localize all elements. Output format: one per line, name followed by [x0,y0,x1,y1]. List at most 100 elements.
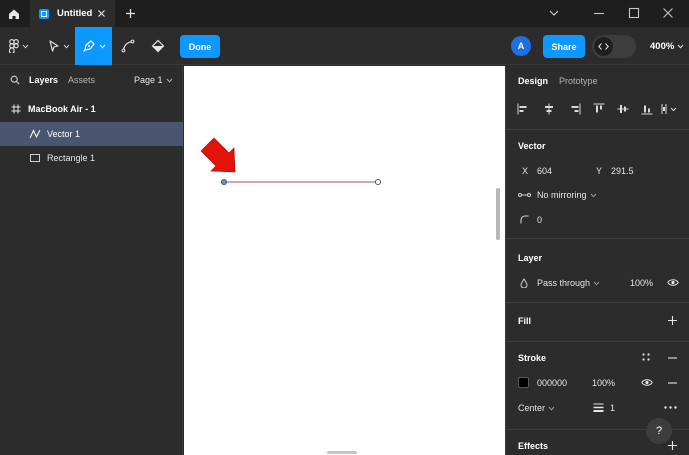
rectangle-icon [29,152,41,164]
stroke-position-dropdown[interactable]: Center [518,403,555,413]
share-button[interactable]: Share [543,35,585,58]
section-title-vector: Vector [518,141,546,151]
avatar[interactable]: A [511,36,531,56]
search-icon[interactable] [10,75,20,85]
vertical-scrollbar[interactable] [496,188,500,240]
stroke-weight-field[interactable]: 1 [610,403,615,413]
tab-title: Untitled [57,8,93,19]
chevron-down-icon [63,44,70,49]
new-tab-button[interactable] [123,6,138,21]
mirroring-icon [518,191,531,199]
add-effect-plus-icon[interactable] [667,440,678,451]
chevron-down-icon [590,193,596,198]
more-options-icon[interactable] [664,406,677,409]
stroke-weight-icon [593,403,604,412]
divider [506,129,689,130]
x-position-field[interactable]: 604 [537,166,552,176]
chevron-down-icon [593,281,600,286]
vector-start-point[interactable] [221,179,228,186]
home-icon [8,9,19,19]
window-close-icon[interactable] [662,7,674,19]
annotation-arrow [200,137,236,173]
align-bottom-icon[interactable] [640,102,654,116]
paint-bucket-button[interactable] [146,27,170,65]
section-title-layer: Layer [518,253,543,263]
corner-radius-icon [520,215,529,224]
y-label: Y [596,166,603,176]
remove-stroke-minus-icon[interactable] [667,357,678,359]
figma-logo-icon [9,39,19,53]
corner-radius-field[interactable]: 0 [537,215,542,225]
chevron-down-icon [99,44,105,49]
add-fill-plus-icon[interactable] [667,315,678,326]
distribute-icon[interactable] [660,102,680,116]
chevron-down-icon [166,78,172,83]
layers-panel: Layers Assets Page 1 MacBook Air - 1 Vec… [0,66,183,455]
mirroring-dropdown[interactable]: No mirroring [537,190,597,200]
minimize-icon[interactable] [593,7,605,19]
dev-mode-toggle[interactable] [592,35,636,58]
main-menu-button[interactable] [4,27,34,65]
blend-mode-dropdown[interactable]: Pass through [537,278,600,288]
chevron-down-icon [22,44,29,49]
bend-tool-icon [121,39,135,53]
chevron-down-icon[interactable] [548,7,560,19]
bend-tool-button[interactable] [116,27,140,65]
page-selector[interactable]: Page 1 [134,75,173,85]
close-icon[interactable] [96,8,107,19]
layer-label: Rectangle 1 [47,153,96,163]
toolbar: Done A Share 400% [0,27,689,65]
file-tab[interactable]: Untitled [30,0,115,27]
page-label: Page 1 [134,75,163,85]
stroke-color-swatch[interactable] [518,377,529,388]
divider [506,341,689,342]
align-vertical-center-icon[interactable] [616,102,630,116]
stroke-styles-icon[interactable] [641,352,651,362]
vector-path-icon [29,128,41,140]
vector-end-point[interactable] [374,178,382,186]
section-title-effects: Effects [518,441,549,451]
alignment-toolbar [506,96,689,122]
layer-item-frame[interactable]: MacBook Air - 1 [0,97,183,121]
eye-icon[interactable] [667,278,679,287]
divider [506,302,689,303]
tab-prototype[interactable]: Prototype [559,76,598,86]
tab-layers[interactable]: Layers [29,75,58,85]
layer-label: MacBook Air - 1 [28,104,96,114]
maximize-icon[interactable] [628,7,640,19]
section-title-fill: Fill [518,316,531,326]
done-button[interactable]: Done [180,35,220,58]
zoom-dropdown[interactable]: 400% [650,27,684,65]
pen-tool-button[interactable] [75,27,112,65]
blend-mode-icon [520,278,528,288]
align-right-icon[interactable] [568,102,582,116]
home-button[interactable] [0,0,27,27]
align-left-icon[interactable] [516,102,530,116]
figma-file-icon [39,8,49,19]
remove-stroke-minus-icon[interactable] [667,382,678,384]
chevron-down-icon [548,406,555,411]
stroke-color-hex-field[interactable]: 000000 [537,378,567,388]
horizontal-scrollbar[interactable] [327,451,357,454]
blend-mode-value: Pass through [537,278,591,288]
dev-mode-knob [594,37,613,56]
tab-design[interactable]: Design [518,76,548,86]
zoom-label: 400% [650,40,675,52]
pen-tool-icon [82,40,95,52]
eye-icon[interactable] [641,378,653,387]
align-top-icon[interactable] [592,102,606,116]
stroke-opacity-field[interactable]: 100% [592,378,615,388]
align-horizontal-center-icon[interactable] [542,102,556,116]
help-button[interactable]: ? [646,418,672,444]
move-tool-button[interactable] [44,27,74,65]
code-icon [598,43,609,50]
layer-item-vector[interactable]: Vector 1 [0,122,183,146]
frame-hash-icon [10,103,22,115]
design-canvas[interactable] [184,66,505,455]
tab-assets[interactable]: Assets [68,75,95,85]
y-position-field[interactable]: 291.5 [611,166,634,176]
chevron-down-icon [677,44,684,49]
layer-item-rectangle[interactable]: Rectangle 1 [0,146,183,170]
x-label: X [522,166,529,176]
layer-opacity-field[interactable]: 100% [630,278,653,288]
